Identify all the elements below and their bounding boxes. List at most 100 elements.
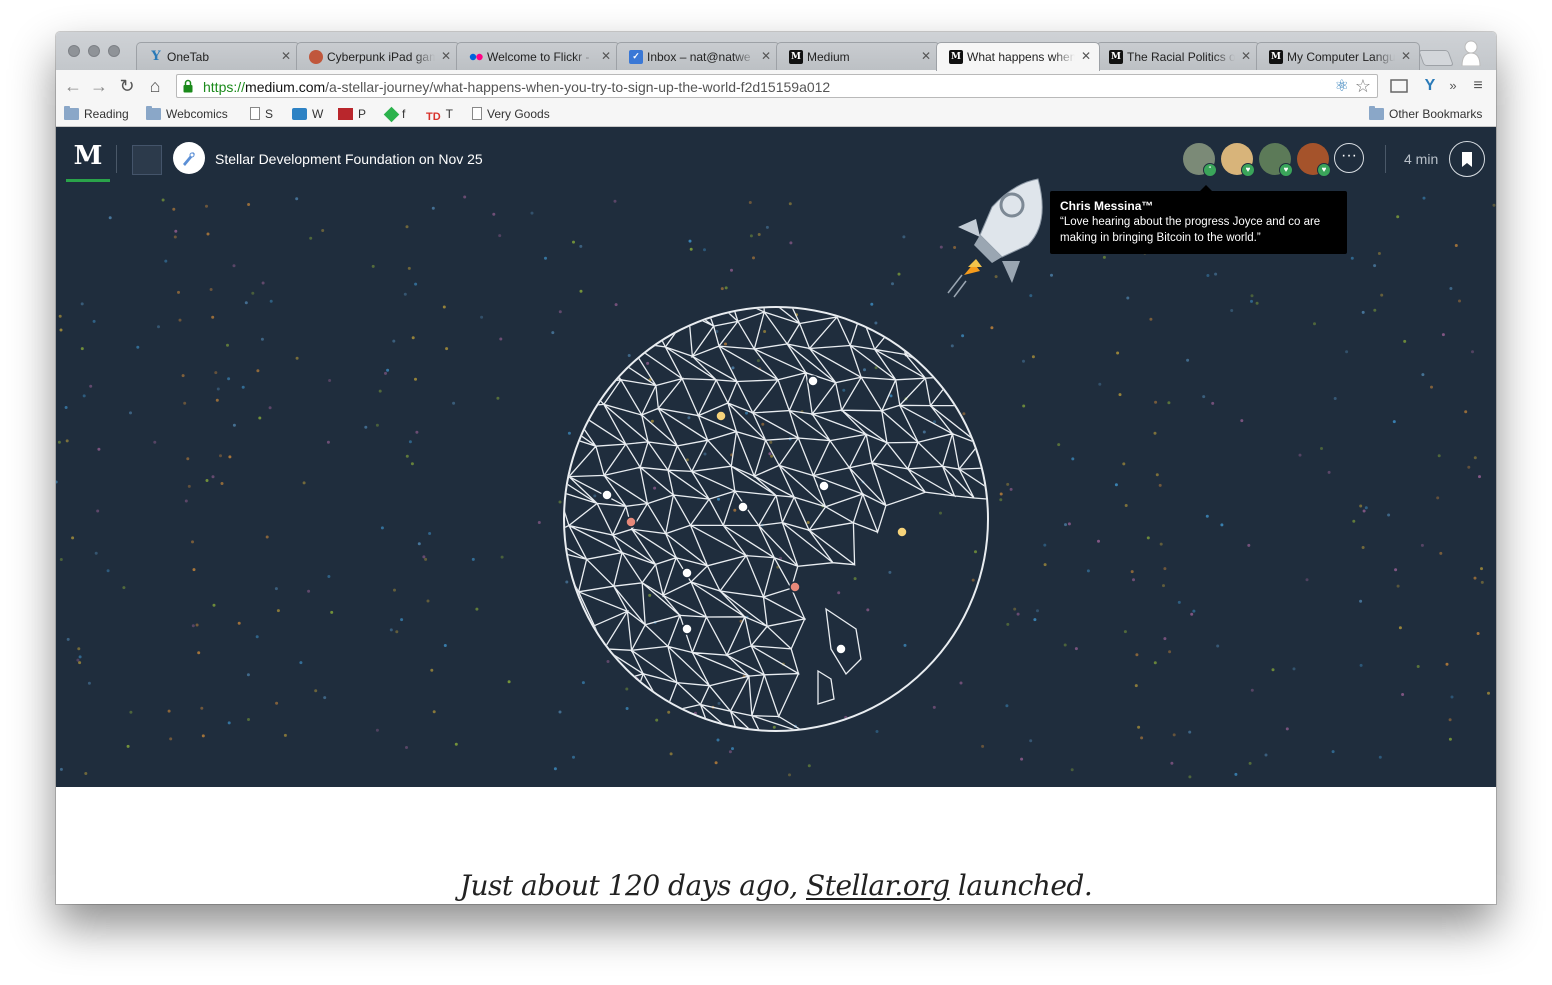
star-dot [269,299,273,303]
more-recommenders-button[interactable]: ··· [1334,143,1364,173]
globe-network-illustration [563,306,989,732]
todoist-icon: TD [426,111,441,123]
logo-underline [66,179,110,182]
recommender-avatar[interactable]: “ [1183,143,1217,177]
star-dot [386,368,390,372]
tab-what-happens[interactable]: M What happens when ✕ [936,42,1100,71]
star-dot [1437,454,1441,458]
star-dot [59,767,63,771]
minimize-window-button[interactable] [88,45,100,57]
bookmark-s[interactable]: S [250,106,273,122]
star-dot [206,232,210,236]
bookmark-t[interactable]: TD T [426,106,453,123]
star-dot [1205,514,1209,518]
bookmark-very-goods[interactable]: Very Goods [472,106,550,122]
tab-onetab[interactable]: Y OneTab ✕ [136,42,300,70]
tab-flickr[interactable]: Welcome to Flickr - ✕ [456,42,620,70]
close-tab-icon[interactable]: ✕ [761,49,771,63]
star-dot [1146,536,1150,540]
cast-icon[interactable] [1388,76,1410,96]
close-tab-icon[interactable]: ✕ [281,49,291,63]
folder-icon [64,106,79,120]
star-dot [452,401,456,405]
star-dot [1416,665,1420,668]
star-dot [200,706,204,710]
star-dot [897,272,901,276]
star-dot [1067,522,1071,526]
other-bookmarks[interactable]: Other Bookmarks [1369,106,1482,122]
network-node [789,581,801,593]
extension-network-icon[interactable]: ⚛ [1335,78,1349,96]
star-dot [97,447,101,451]
reload-button[interactable]: ↻ [116,75,138,97]
stellar-link[interactable]: Stellar.org [806,869,950,902]
zoom-window-button[interactable] [108,45,120,57]
star-dot [78,655,82,659]
star-dot [410,462,414,466]
forward-button[interactable]: → [88,75,110,97]
overflow-chevron-icon[interactable]: » [1446,76,1460,96]
close-tab-icon[interactable]: ✕ [1081,49,1091,63]
bookmark-f[interactable]: f [383,106,405,123]
close-tab-icon[interactable]: ✕ [1401,49,1411,63]
star-dot [164,259,168,263]
recommender-avatar[interactable]: ♥ [1259,143,1293,177]
star-dot [1439,551,1443,555]
star-dot [57,440,61,444]
close-tab-icon[interactable]: ✕ [921,49,931,63]
medium-logo[interactable]: M [73,141,103,171]
tab-title: Cyberpunk iPad game [327,50,435,64]
tab-cyberpunk[interactable]: Cyberpunk iPad game ✕ [296,42,460,70]
onetab-toolbar-icon[interactable]: Y [1420,76,1440,96]
star-dot [492,212,496,216]
star-dot [788,202,792,206]
recommender-avatar[interactable]: ♥ [1221,143,1255,177]
avatar-icon [309,50,323,64]
star-dot [265,535,269,539]
new-tab-button[interactable] [1418,50,1454,66]
star-dot [1009,487,1013,491]
star-dot [214,371,218,375]
tab-inbox[interactable]: ✓ Inbox – nat@natwe ✕ [616,42,780,70]
star-dot [275,701,279,705]
star-dot [1327,470,1331,474]
star-dot [1373,264,1377,268]
menu-icon[interactable]: ≡ [1468,76,1488,96]
home-button[interactable]: ⌂ [144,75,166,97]
star-dot [330,610,334,614]
star-dot [1378,755,1382,759]
bookmark-w[interactable]: W [292,106,323,122]
star-dot [82,394,86,398]
tab-title: OneTab [167,50,210,64]
bookmark-reading[interactable]: Reading [64,106,129,122]
close-tab-icon[interactable]: ✕ [441,49,451,63]
star-dot [1352,519,1356,523]
bookmark-star-icon[interactable]: ☆ [1355,77,1371,95]
bookmark-webcomics[interactable]: Webcomics [146,106,228,122]
close-tab-icon[interactable]: ✕ [1241,49,1251,63]
close-tab-icon[interactable]: ✕ [601,49,611,63]
star-dot [89,384,93,388]
star-dot [307,589,311,593]
author-avatar[interactable] [173,142,205,174]
star-dot [1029,739,1033,743]
star-dot [276,609,280,613]
star-dot [1285,727,1289,731]
star-dot [1214,272,1218,276]
star-dot [244,301,248,305]
tab-medium[interactable]: M Medium ✕ [776,42,940,70]
bookmark-button[interactable] [1449,141,1485,177]
inbox-icon: ✓ [629,50,643,64]
back-button[interactable]: ← [62,75,84,97]
star-dot [380,526,384,530]
tab-racial-politics[interactable]: M The Racial Politics o ✕ [1096,42,1260,70]
bookmark-p[interactable]: P [338,106,366,122]
star-dot [463,195,467,199]
address-bar[interactable]: https://medium.com/a-stellar-journey/wha… [176,74,1378,98]
publication-thumbnail[interactable] [132,145,162,175]
recommender-avatar[interactable]: ♥ [1297,143,1331,177]
tab-computer-language[interactable]: M My Computer Langu ✕ [1256,42,1420,70]
profile-icon[interactable] [1460,38,1482,67]
article-byline[interactable]: Stellar Development Foundation on Nov 25 [215,150,483,168]
close-window-button[interactable] [68,45,80,57]
